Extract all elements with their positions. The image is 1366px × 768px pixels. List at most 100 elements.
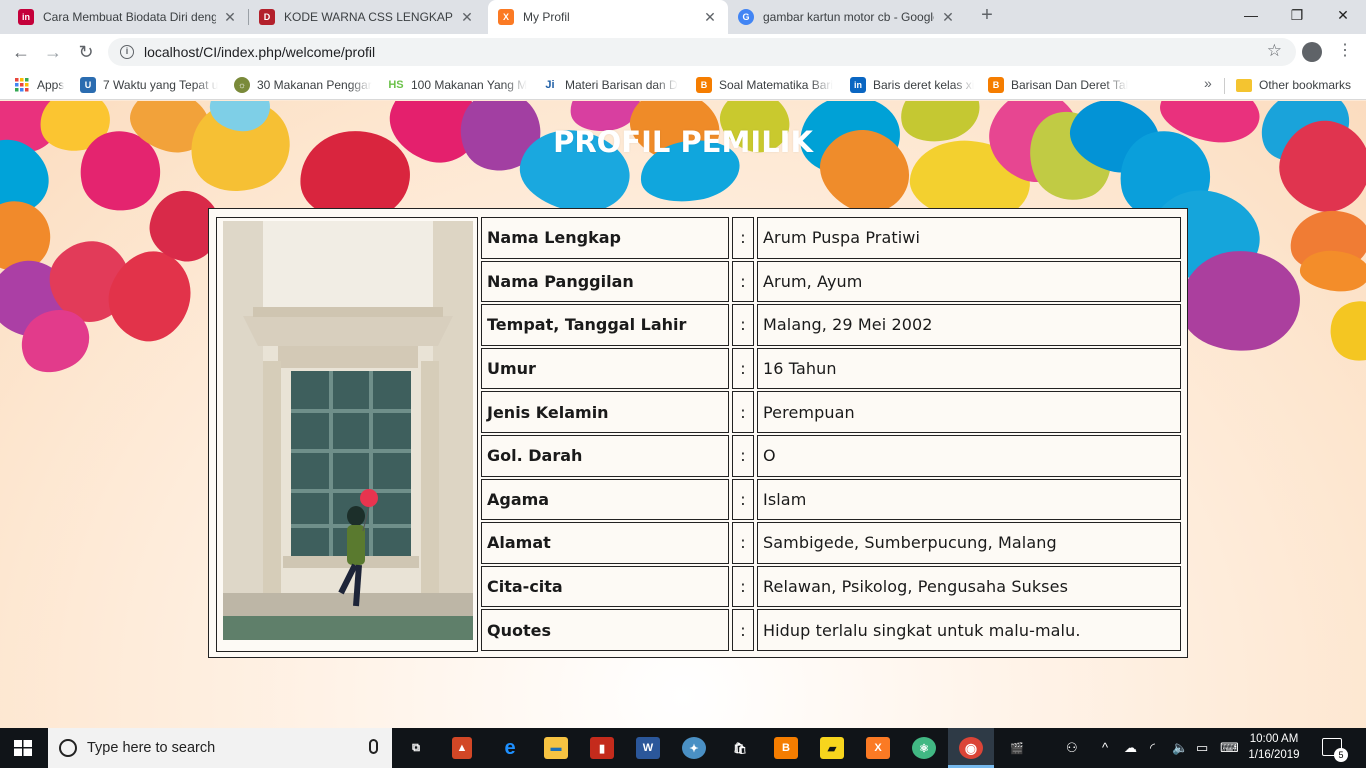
taskbar-search-input[interactable]: Type here to search: [48, 728, 392, 768]
word-icon[interactable]: W: [636, 737, 660, 759]
field-label: Alamat: [481, 522, 729, 564]
bookmark-label: 7 Waktu yang Tepat u: [103, 78, 219, 92]
bookmark-label: 100 Makanan Yang M: [411, 78, 528, 92]
table-row: Tempat, Tanggal Lahir : Malang, 29 Mei 2…: [481, 304, 1181, 348]
reload-button[interactable]: ↻: [75, 41, 97, 63]
tab-gambar-kartun[interactable]: G gambar kartun motor cb - Google ✕: [728, 0, 966, 34]
field-separator: :: [732, 217, 754, 259]
book-app-icon[interactable]: ▮: [590, 737, 614, 759]
back-button[interactable]: ←: [10, 41, 32, 63]
bookmark-label: 30 Makanan Penggar: [257, 78, 372, 92]
profile-avatar-icon[interactable]: [1302, 42, 1322, 62]
folder-icon: [1236, 78, 1252, 92]
blogger-icon[interactable]: B: [774, 737, 798, 759]
restore-button[interactable]: ❐: [1274, 0, 1320, 30]
task-view-icon[interactable]: ⧉: [404, 737, 428, 759]
close-icon[interactable]: ✕: [940, 9, 956, 26]
bookmark-label: Soal Matematika Bari: [719, 78, 834, 92]
table-row: Cita-cita : Relawan, Psikolog, Pengusaha…: [481, 565, 1181, 610]
field-value: Perempuan: [757, 391, 1181, 433]
field-label: Nama Panggilan: [481, 260, 729, 303]
windows-start-icon[interactable]: [14, 740, 32, 756]
people-icon[interactable]: ⚇: [1066, 740, 1078, 756]
battery-icon[interactable]: ▭: [1196, 740, 1208, 756]
bookmarks-bar: Apps U 7 Waktu yang Tepat u ☼ 30 Makanan…: [0, 70, 1366, 100]
bookmarks-overflow-button[interactable]: »: [1204, 75, 1212, 91]
uo-icon: U: [80, 77, 96, 93]
table-row: Nama Panggilan : Arum, Ayum: [481, 260, 1181, 305]
search-placeholder: Type here to search: [87, 740, 216, 756]
network-app-icon[interactable]: ✦: [682, 737, 706, 759]
chevron-up-icon[interactable]: ^: [1102, 740, 1108, 755]
url-text[interactable]: localhost/CI/index.php/welcome/profil: [144, 44, 375, 60]
tab-biodata[interactable]: in Cara Membuat Biodata Diri dengan ✕: [8, 0, 248, 34]
table-row: Umur : 16 Tahun: [481, 347, 1181, 392]
bookmark-barisan-deret[interactable]: B Barisan Dan Deret Tal: [988, 75, 1130, 95]
table-row: Quotes : Hidup terlalu singkat untuk mal…: [481, 609, 1181, 653]
presentation-icon[interactable]: ▲: [452, 737, 472, 759]
linkedin-icon: in: [850, 77, 866, 93]
field-value: Sambigede, Sumberpucung, Malang: [757, 522, 1181, 564]
xampp-icon[interactable]: X: [866, 737, 890, 759]
cortana-icon: [59, 739, 77, 757]
close-icon[interactable]: ✕: [459, 9, 475, 26]
photo-cell: [216, 217, 478, 652]
blog-icon: D: [259, 9, 275, 25]
sticky-notes-icon[interactable]: ▰: [820, 737, 844, 759]
bookmark-100-makanan[interactable]: HS 100 Makanan Yang M: [388, 75, 530, 95]
minimize-button[interactable]: —: [1228, 0, 1274, 30]
keyboard-icon[interactable]: ⌨: [1220, 740, 1239, 756]
store-icon[interactable]: 🛍: [728, 737, 752, 759]
edge-icon[interactable]: e: [498, 737, 522, 759]
bookmark-label: Other bookmarks: [1259, 78, 1352, 92]
field-separator: :: [732, 478, 754, 521]
field-label: Cita-cita: [481, 565, 729, 608]
close-icon[interactable]: ✕: [222, 9, 238, 26]
tab-title: My Profil: [523, 10, 570, 24]
chrome-icon[interactable]: ◉: [959, 737, 983, 759]
microphone-icon[interactable]: [369, 739, 378, 754]
field-value: Malang, 29 Mei 2002: [757, 304, 1181, 346]
forward-button[interactable]: →: [42, 41, 64, 63]
system-clock[interactable]: 10:00 AM 1/16/2019: [1244, 731, 1304, 763]
bookmark-soal-matematika[interactable]: B Soal Matematika Bari: [696, 75, 838, 95]
field-value: Arum, Ayum: [757, 260, 1181, 303]
atom-icon[interactable]: ⚛: [912, 737, 936, 759]
makanan-icon: ☼: [234, 77, 250, 93]
blogger-icon: B: [988, 77, 1004, 93]
bookmark-apps[interactable]: Apps: [14, 75, 70, 95]
tab-kode-warna[interactable]: D KODE WARNA CSS LENGKAP - Dian ✕: [249, 0, 485, 34]
bookmark-30-makanan[interactable]: ☼ 30 Makanan Penggar: [234, 75, 374, 95]
field-label: Tempat, Tanggal Lahir: [481, 304, 729, 346]
address-bar[interactable]: i localhost/CI/index.php/welcome/profil …: [108, 38, 1296, 66]
new-tab-button[interactable]: +: [976, 5, 998, 27]
field-separator: :: [732, 565, 754, 608]
volume-icon[interactable]: 🔈: [1172, 740, 1188, 756]
tab-strip: in Cara Membuat Biodata Diri dengan ✕ D …: [0, 0, 1366, 34]
wifi-icon[interactable]: ◜: [1150, 740, 1155, 756]
tab-my-profil[interactable]: X My Profil ✕: [488, 0, 728, 34]
onedrive-icon[interactable]: ☁: [1124, 740, 1137, 756]
kebab-menu-icon[interactable]: ⋮: [1337, 40, 1353, 60]
field-value: O: [757, 434, 1181, 477]
bookmark-star-icon[interactable]: ☆: [1267, 41, 1282, 61]
notification-badge: 5: [1334, 748, 1348, 762]
bookmark-materi-barisan[interactable]: Ji Materi Barisan dan D: [542, 75, 684, 95]
table-row: Jenis Kelamin : Perempuan: [481, 391, 1181, 435]
close-icon[interactable]: ✕: [702, 9, 718, 26]
info-icon[interactable]: i: [120, 45, 134, 59]
file-explorer-icon[interactable]: ▬: [544, 737, 568, 759]
profile-photo: [223, 221, 473, 640]
xampp-icon: X: [498, 9, 514, 25]
bookmark-label: Materi Barisan dan D: [565, 78, 678, 92]
bookmark-baris-deret[interactable]: in Baris deret kelas xi: [850, 75, 978, 95]
field-label: Umur: [481, 347, 729, 390]
other-bookmarks[interactable]: Other bookmarks: [1236, 75, 1364, 95]
bookmark-label: Apps: [37, 78, 65, 92]
close-window-button[interactable]: ✕: [1320, 0, 1366, 30]
linkedin-icon: in: [18, 9, 34, 25]
bookmark-7-waktu[interactable]: U 7 Waktu yang Tepat u: [80, 75, 220, 95]
video-icon[interactable]: 🎬: [1005, 737, 1029, 759]
tab-title: gambar kartun motor cb - Google: [763, 10, 934, 24]
field-value: Relawan, Psikolog, Pengusaha Sukses: [757, 565, 1181, 608]
